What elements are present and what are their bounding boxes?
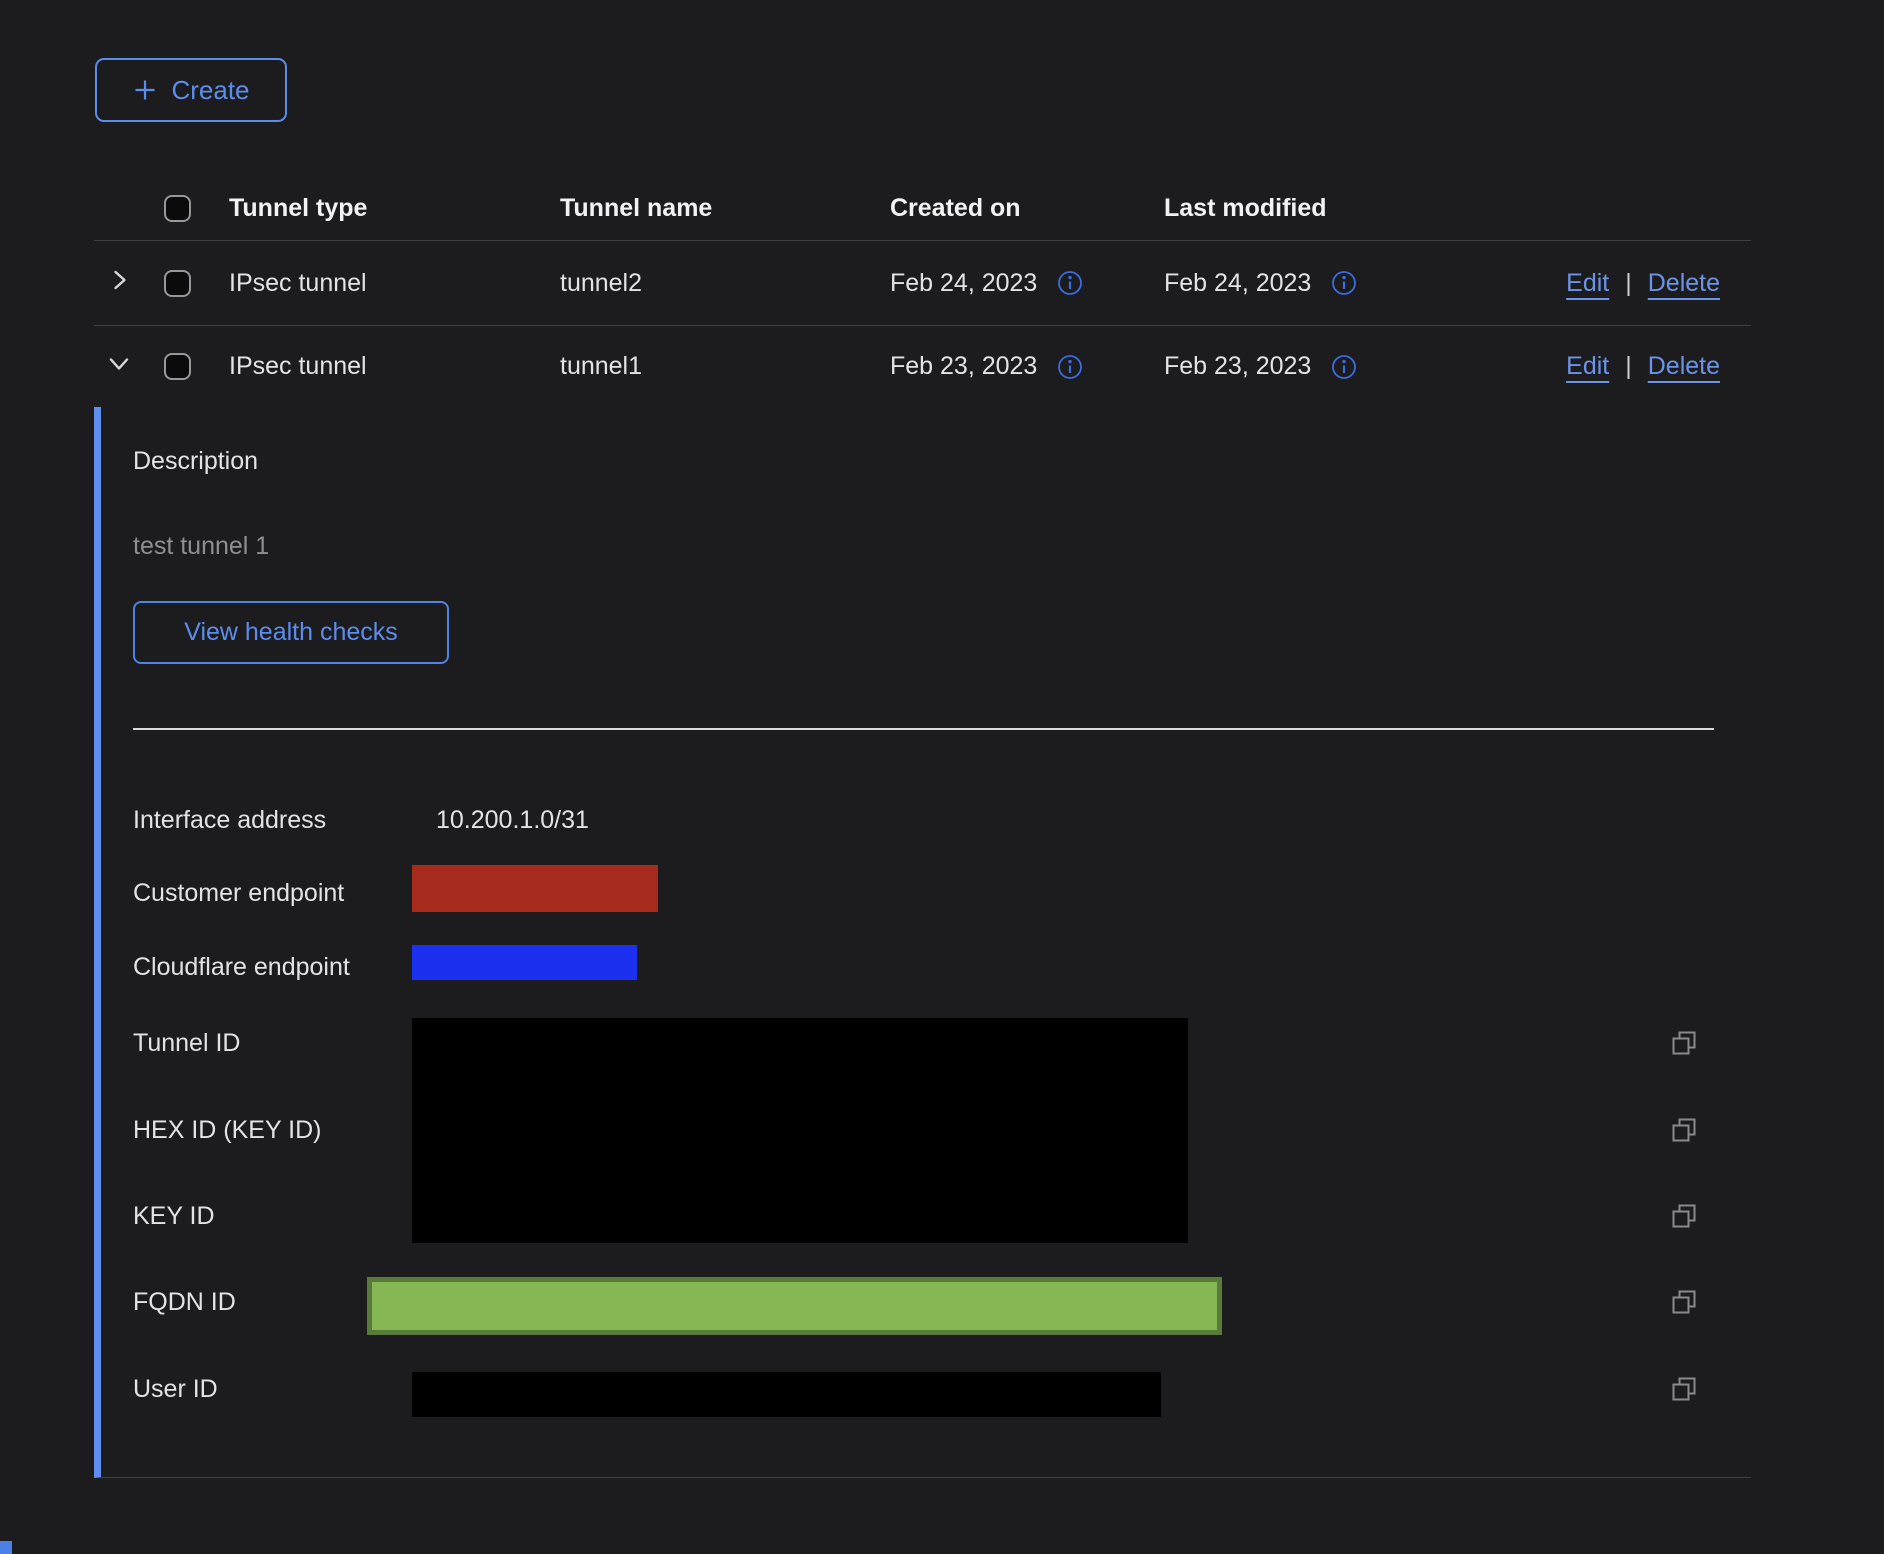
tunnel-detail-panel: Description test tunnel 1 View health ch… <box>94 407 1751 1478</box>
copy-fqdn-id-button[interactable] <box>1670 1288 1698 1316</box>
interface-address-label: Interface address <box>133 805 326 835</box>
col-header-tunnel-type: Tunnel type <box>229 194 560 223</box>
copy-icon <box>1670 1217 1698 1234</box>
tunnel-name-cell: tunnel2 <box>560 269 890 298</box>
created-on-value: Feb 24, 2023 <box>890 269 1037 298</box>
id-group-redacted-values <box>412 1018 1188 1243</box>
chevron-down-icon <box>106 350 132 383</box>
description-label: Description <box>133 446 258 476</box>
delete-link[interactable]: Delete <box>1648 269 1720 298</box>
customer-endpoint-redacted-value <box>412 865 658 912</box>
action-separator: | <box>1625 269 1632 298</box>
collapse-row-button[interactable] <box>106 350 160 383</box>
copy-tunnel-id-button[interactable] <box>1670 1029 1698 1057</box>
last-modified-cell: Feb 24, 2023 <box>1164 269 1451 298</box>
copy-icon <box>1670 1390 1698 1407</box>
info-circle-icon[interactable] <box>1331 354 1357 380</box>
create-button-label: Create <box>171 75 249 106</box>
fqdn-id-redacted-value <box>367 1277 1222 1335</box>
copy-icon <box>1670 1044 1698 1061</box>
user-id-label: User ID <box>133 1374 218 1404</box>
info-circle-icon[interactable] <box>1331 270 1357 296</box>
customer-endpoint-label: Customer endpoint <box>133 878 344 908</box>
cloudflare-endpoint-redacted-value <box>412 945 637 980</box>
copy-hex-id-button[interactable] <box>1670 1116 1698 1144</box>
tunnel-id-label: Tunnel ID <box>133 1028 240 1058</box>
create-button[interactable]: Create <box>95 58 287 122</box>
table-row: IPsec tunnel tunnel2 Feb 24, 2023 Feb 24… <box>94 241 1751 326</box>
last-modified-value: Feb 24, 2023 <box>1164 269 1311 298</box>
last-modified-cell: Feb 23, 2023 <box>1164 352 1451 381</box>
delete-link[interactable]: Delete <box>1648 352 1720 381</box>
last-modified-value: Feb 23, 2023 <box>1164 352 1311 381</box>
tunnel-type-cell: IPsec tunnel <box>229 269 560 298</box>
section-divider <box>133 728 1714 730</box>
user-id-redacted-value <box>412 1372 1161 1417</box>
copy-key-id-button[interactable] <box>1670 1202 1698 1230</box>
action-separator: | <box>1625 352 1632 381</box>
col-header-tunnel-name: Tunnel name <box>560 194 890 223</box>
copy-icon <box>1670 1303 1698 1320</box>
created-on-cell: Feb 24, 2023 <box>890 269 1164 298</box>
cloudflare-endpoint-label: Cloudflare endpoint <box>133 952 350 982</box>
copy-user-id-button[interactable] <box>1670 1375 1698 1403</box>
row-checkbox[interactable] <box>164 353 191 380</box>
table-row: IPsec tunnel tunnel1 Feb 23, 2023 Feb 23… <box>94 326 1751 407</box>
select-all-checkbox[interactable] <box>164 195 191 222</box>
created-on-cell: Feb 23, 2023 <box>890 352 1164 381</box>
tunnel-name-cell: tunnel1 <box>560 352 890 381</box>
fqdn-id-label: FQDN ID <box>133 1287 236 1317</box>
tunnel-type-cell: IPsec tunnel <box>229 352 560 381</box>
row-actions: Edit | Delete <box>1566 352 1751 381</box>
corner-fragment <box>0 1541 12 1554</box>
interface-address-value: 10.200.1.0/31 <box>436 805 589 835</box>
chevron-right-icon <box>106 267 132 300</box>
created-on-value: Feb 23, 2023 <box>890 352 1037 381</box>
edit-link[interactable]: Edit <box>1566 269 1609 298</box>
plus-icon <box>132 77 158 103</box>
key-id-label: KEY ID <box>133 1201 215 1231</box>
view-health-checks-button[interactable]: View health checks <box>133 601 449 664</box>
table-header-row: Tunnel type Tunnel name Created on Last … <box>94 176 1751 241</box>
expand-row-button[interactable] <box>106 267 160 300</box>
description-value: test tunnel 1 <box>133 531 269 561</box>
hex-id-label: HEX ID (KEY ID) <box>133 1115 321 1145</box>
col-header-created-on: Created on <box>890 194 1164 223</box>
col-header-last-modified: Last modified <box>1164 194 1451 223</box>
info-circle-icon[interactable] <box>1057 354 1083 380</box>
edit-link[interactable]: Edit <box>1566 352 1609 381</box>
copy-icon <box>1670 1131 1698 1148</box>
row-checkbox[interactable] <box>164 270 191 297</box>
row-actions: Edit | Delete <box>1566 269 1751 298</box>
info-circle-icon[interactable] <box>1057 270 1083 296</box>
tunnels-table: Tunnel type Tunnel name Created on Last … <box>94 176 1751 407</box>
